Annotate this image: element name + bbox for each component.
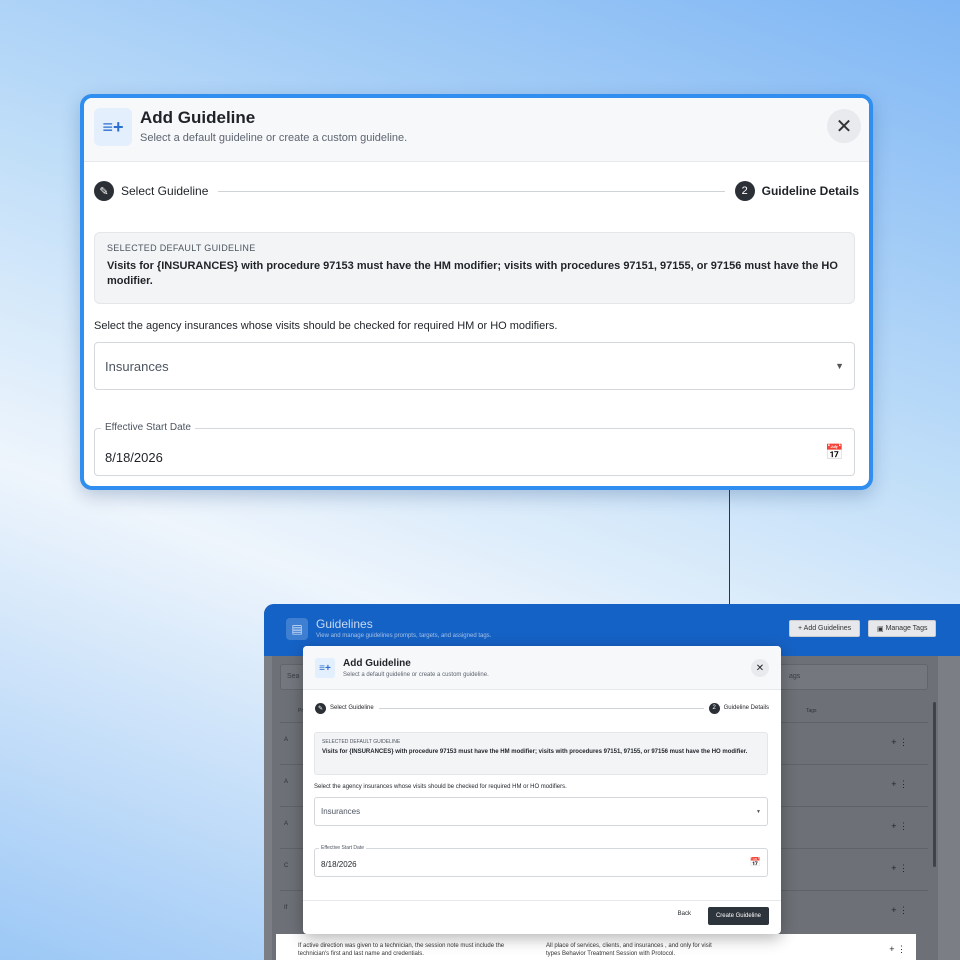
row-actions[interactable]: + ⋮: [891, 905, 908, 916]
insurances-placeholder: Insurances: [105, 358, 169, 374]
column-header-tags: Tags: [806, 708, 817, 714]
date-label: Effective Start Date: [101, 422, 195, 433]
close-icon: ✕: [835, 115, 853, 138]
date-label: Effective Start Date: [319, 845, 366, 851]
manage-tags-button[interactable]: ▣ Manage Tags: [868, 620, 937, 637]
selected-guideline-card: SELECTED DEFAULT GUIDELINE Visits for {I…: [94, 232, 855, 304]
add-guideline-modal: ≡+ Add Guideline Select a default guidel…: [303, 646, 781, 934]
row-target: All place of services, clients, and insu…: [546, 943, 712, 957]
row-actions[interactable]: + ⋮: [889, 944, 906, 955]
row-actions[interactable]: + ⋮: [891, 821, 908, 832]
effective-start-date-field[interactable]: Effective Start Date 8/18/2026 📅: [314, 845, 768, 877]
tags-icon: ▣: [877, 625, 886, 633]
step-select-guideline[interactable]: Select Guideline: [330, 705, 374, 711]
add-guidelines-button[interactable]: + Add Guidelines: [789, 620, 861, 637]
zoomed-dialog-callout: ≡+ Add Guideline Select a default guidel…: [80, 94, 873, 490]
step-number-icon: 2: [734, 181, 755, 201]
insurance-instruction: Select the agency insurances whose visit…: [94, 320, 558, 332]
manage-tags-label: Manage Tags: [885, 625, 928, 632]
step-guideline-details: Guideline Details: [761, 184, 859, 198]
row-prompt: A: [284, 737, 289, 743]
row-actions[interactable]: + ⋮: [891, 737, 908, 748]
pencil-icon: ✎: [315, 702, 326, 714]
back-button[interactable]: Back: [678, 911, 691, 917]
close-icon: ✕: [755, 662, 765, 674]
chevron-down-icon: ▼: [835, 361, 844, 371]
insurance-instruction: Select the agency insurances whose visit…: [314, 784, 567, 790]
row-prompt: If active direction was given to a techn…: [298, 943, 505, 957]
effective-start-date-field[interactable]: Effective Start Date 8/18/2026 📅: [94, 422, 855, 476]
dialog-subtitle: Select a default guideline or create a c…: [140, 132, 408, 144]
search-placeholder: Sea: [287, 673, 300, 680]
table-row[interactable]: If active direction was given to a techn…: [276, 934, 916, 960]
step-divider: [378, 707, 704, 709]
row-prompt: A: [284, 821, 289, 827]
selected-guideline-card: SELECTED DEFAULT GUIDELINE Visits for {I…: [314, 732, 768, 775]
selected-guideline-caption: SELECTED DEFAULT GUIDELINE: [322, 739, 401, 745]
row-actions[interactable]: + ⋮: [891, 863, 908, 874]
modal-close-button[interactable]: ✕: [751, 659, 769, 677]
insurances-select[interactable]: Insurances ▼: [314, 797, 768, 826]
table-scrollbar[interactable]: [933, 702, 936, 867]
tags-filter-placeholder: ags: [789, 673, 801, 680]
pencil-icon: ✎: [94, 181, 114, 201]
app-title: Guidelines: [316, 617, 373, 631]
insurances-placeholder: Insurances: [321, 807, 361, 816]
book-icon: ▤: [286, 618, 308, 640]
create-guideline-button[interactable]: Create Guideline: [707, 907, 769, 925]
app-subtitle: View and manage guidelines prompts, targ…: [316, 633, 492, 639]
selected-guideline-caption: SELECTED DEFAULT GUIDELINE: [107, 243, 256, 253]
step-divider: [218, 190, 725, 192]
chevron-down-icon: ▼: [756, 808, 761, 815]
date-value: 8/18/2026: [105, 449, 163, 465]
playlist-add-icon: ≡+: [94, 108, 132, 146]
row-actions[interactable]: + ⋮: [891, 779, 908, 790]
date-value: 8/18/2026: [321, 860, 357, 869]
step-select-guideline[interactable]: Select Guideline: [121, 184, 208, 198]
modal-title: Add Guideline: [343, 658, 411, 669]
playlist-add-icon: ≡+: [315, 658, 335, 678]
selected-guideline-text: Visits for {INSURANCES} with procedure 9…: [322, 749, 748, 755]
dialog-header: ≡+ Add Guideline Select a default guidel…: [84, 98, 869, 162]
modal-header: ≡+ Add Guideline Select a default guidel…: [303, 646, 781, 690]
step-guideline-details: Guideline Details: [723, 705, 769, 711]
stepper: ✎ Select Guideline 2 Guideline Details: [94, 180, 859, 202]
modal-stepper: ✎ Select Guideline 2 Guideline Details: [315, 702, 769, 714]
close-button[interactable]: ✕: [827, 109, 861, 143]
insurances-select[interactable]: Insurances ▼: [94, 342, 855, 390]
modal-footer: Back Create Guideline: [303, 900, 781, 934]
dialog-title: Add Guideline: [140, 108, 256, 127]
modal-subtitle: Select a default guideline or create a c…: [343, 672, 489, 678]
row-prompt: If: [284, 905, 288, 911]
selected-guideline-text: Visits for {INSURANCES} with procedure 9…: [107, 260, 838, 287]
row-prompt: A: [284, 779, 289, 785]
calendar-icon[interactable]: 📅: [750, 857, 761, 868]
step-number-icon: 2: [708, 702, 720, 714]
calendar-icon[interactable]: 📅: [825, 443, 844, 461]
row-prompt: C: [284, 863, 289, 869]
